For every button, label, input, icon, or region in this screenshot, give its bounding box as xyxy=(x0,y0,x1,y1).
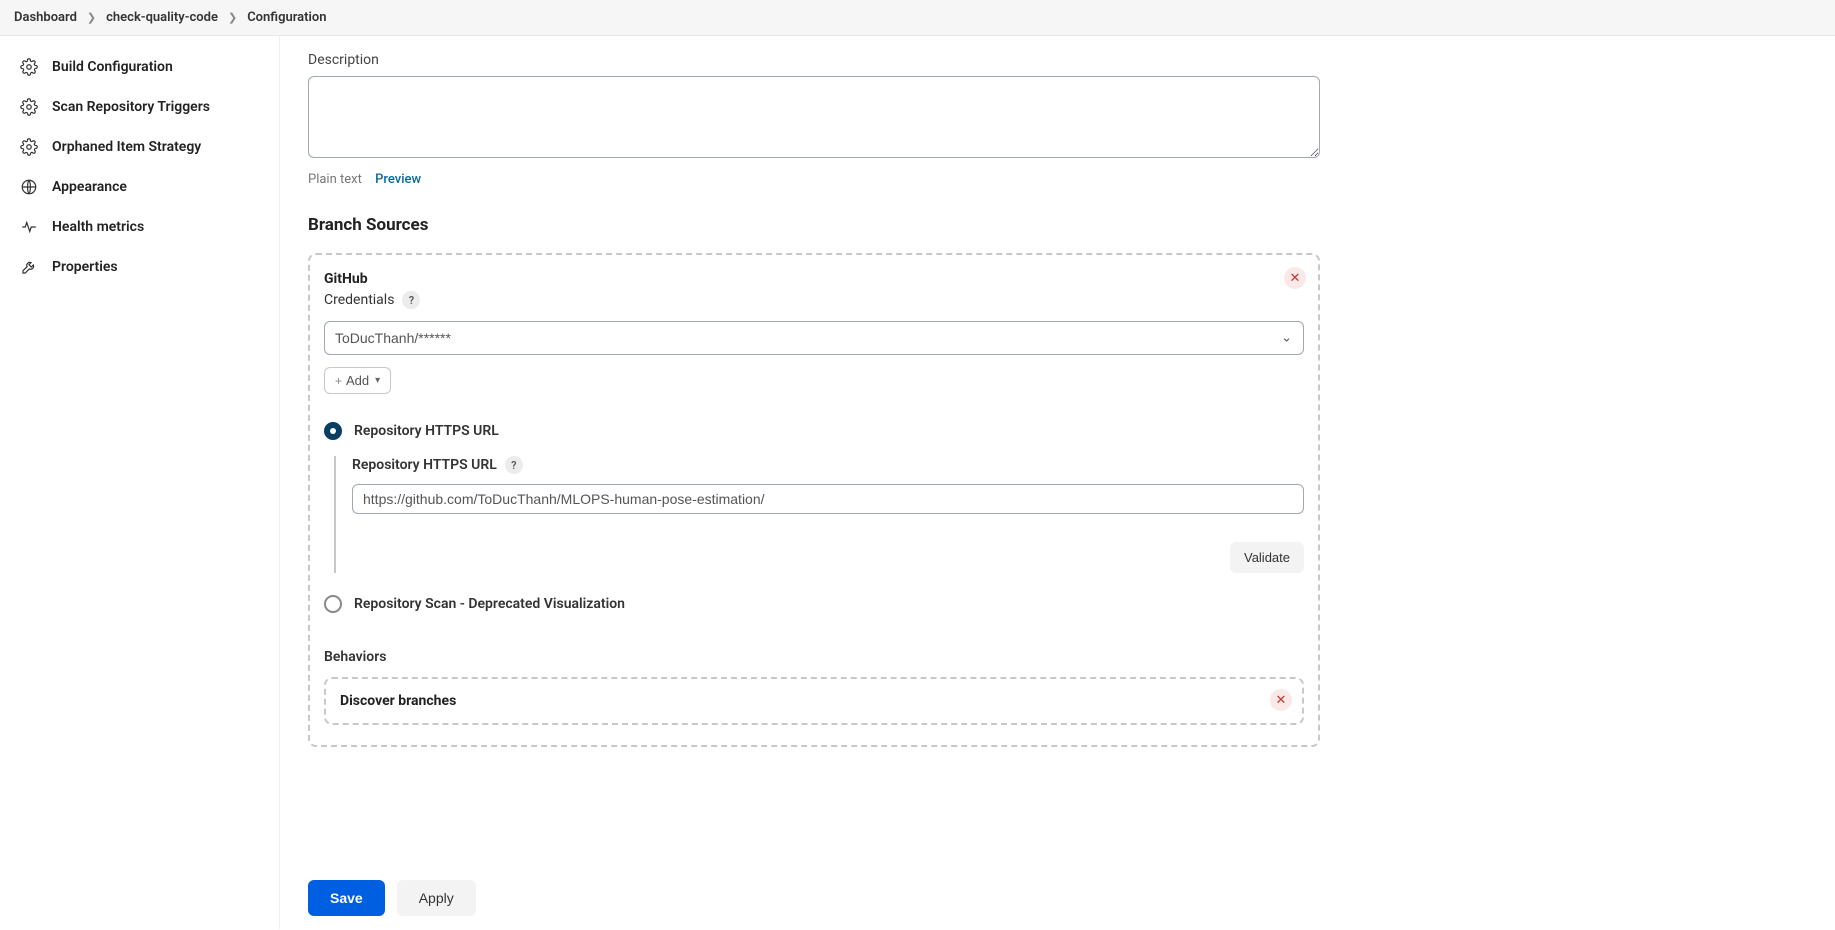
sidebar-item-label: Properties xyxy=(52,259,118,275)
validate-button[interactable]: Validate xyxy=(1230,542,1304,573)
remove-github-source-button[interactable]: ✕ xyxy=(1284,267,1306,289)
breadcrumb-item-configuration[interactable]: Configuration xyxy=(247,10,326,25)
credentials-help-icon[interactable]: ? xyxy=(402,291,420,309)
github-card-title: GitHub xyxy=(324,271,1304,287)
sidebar-item-label: Build Configuration xyxy=(52,59,173,75)
sidebar: Build Configuration Scan Repository Trig… xyxy=(0,36,280,929)
main-content: Description Plain text Preview Branch So… xyxy=(280,36,1540,929)
caret-down-icon: ▾ xyxy=(375,375,380,386)
credentials-select[interactable]: ToDucThanh/****** xyxy=(324,321,1304,355)
repository-https-url-input[interactable] xyxy=(352,484,1304,514)
gear-icon xyxy=(20,58,38,76)
globe-icon xyxy=(20,178,38,196)
save-button[interactable]: Save xyxy=(308,880,385,916)
radio-scan-label: Repository Scan - Deprecated Visualizati… xyxy=(354,596,625,612)
bottom-action-bar: Save Apply xyxy=(280,866,1835,930)
repository-https-url-label: Repository HTTPS URL xyxy=(352,457,497,473)
behaviors-label: Behaviors xyxy=(324,649,1304,665)
sidebar-item-scan-triggers[interactable]: Scan Repository Triggers xyxy=(10,90,269,124)
github-source-card: ✕ GitHub Credentials ? ToDucThanh/******… xyxy=(308,253,1320,747)
breadcrumb: Dashboard ❯ check-quality-code ❯ Configu… xyxy=(0,0,1835,36)
plain-text-tab[interactable]: Plain text xyxy=(308,172,362,187)
sidebar-item-properties[interactable]: Properties xyxy=(10,250,269,284)
sidebar-item-label: Appearance xyxy=(52,179,127,195)
https-url-block: Repository HTTPS URL ? Validate xyxy=(334,456,1304,573)
sidebar-item-appearance[interactable]: Appearance xyxy=(10,170,269,204)
sidebar-item-label: Health metrics xyxy=(52,219,144,235)
description-label: Description xyxy=(308,52,1512,68)
gear-icon xyxy=(20,98,38,116)
sidebar-item-orphaned-strategy[interactable]: Orphaned Item Strategy xyxy=(10,130,269,164)
wrench-icon xyxy=(20,258,38,276)
pulse-icon xyxy=(20,218,38,236)
discover-branches-title: Discover branches xyxy=(340,693,1288,709)
plus-icon: + xyxy=(335,374,342,388)
sidebar-item-health-metrics[interactable]: Health metrics xyxy=(10,210,269,244)
chevron-right-icon: ❯ xyxy=(87,11,96,24)
breadcrumb-item-project[interactable]: check-quality-code xyxy=(106,10,218,25)
breadcrumb-item-dashboard[interactable]: Dashboard xyxy=(14,10,77,25)
credentials-label: Credentials xyxy=(324,292,394,308)
close-icon: ✕ xyxy=(1276,694,1287,707)
sidebar-item-label: Orphaned Item Strategy xyxy=(52,139,201,155)
radio-https-label: Repository HTTPS URL xyxy=(354,423,499,439)
preview-link[interactable]: Preview xyxy=(375,172,421,187)
apply-button[interactable]: Apply xyxy=(397,880,476,916)
chevron-right-icon: ❯ xyxy=(228,11,237,24)
radio-repository-scan[interactable] xyxy=(324,595,342,613)
branch-sources-title: Branch Sources xyxy=(308,215,1512,235)
sidebar-item-build-configuration[interactable]: Build Configuration xyxy=(10,50,269,84)
discover-branches-card: ✕ Discover branches xyxy=(324,677,1304,725)
repository-url-help-icon[interactable]: ? xyxy=(505,456,523,474)
close-icon: ✕ xyxy=(1290,272,1301,285)
add-button-label: Add xyxy=(346,373,369,388)
radio-repository-https-url[interactable] xyxy=(324,422,342,440)
sidebar-item-label: Scan Repository Triggers xyxy=(52,99,210,115)
gear-icon xyxy=(20,138,38,156)
add-credentials-button[interactable]: + Add ▾ xyxy=(324,367,391,394)
remove-discover-branches-button[interactable]: ✕ xyxy=(1270,689,1292,711)
description-textarea[interactable] xyxy=(308,76,1320,158)
